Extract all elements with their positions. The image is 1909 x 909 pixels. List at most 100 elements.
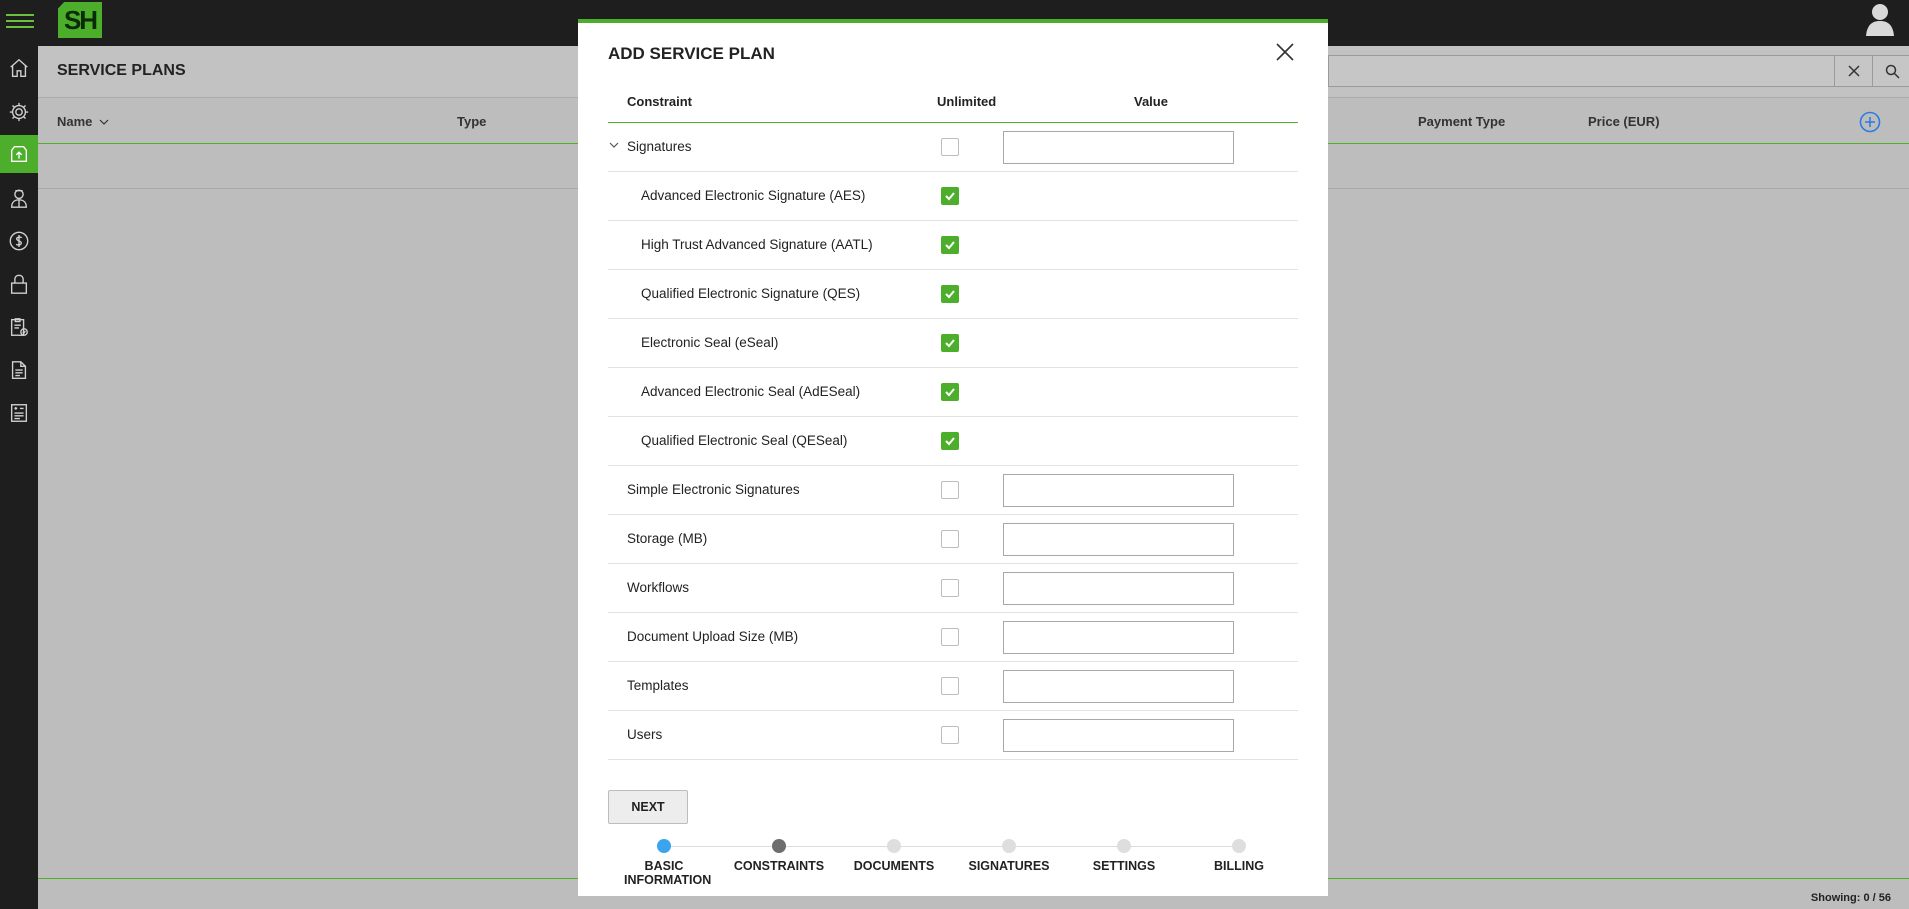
constraint-row: Workflows bbox=[608, 564, 1298, 613]
constraint-value-input[interactable] bbox=[1003, 621, 1234, 654]
column-header-name[interactable]: Name bbox=[57, 114, 109, 129]
add-plan-icon[interactable] bbox=[1859, 111, 1881, 133]
home-icon bbox=[10, 58, 28, 77]
nav-home[interactable] bbox=[0, 49, 38, 87]
unlimited-checkbox[interactable] bbox=[941, 285, 959, 303]
constraint-row: Qualified Electronic Signature (QES) bbox=[608, 270, 1298, 319]
constraint-label: Workflows bbox=[627, 580, 690, 595]
constraint-value-input[interactable] bbox=[1003, 670, 1234, 703]
menu-icon[interactable] bbox=[6, 10, 34, 32]
constraint-row: Signatures bbox=[608, 123, 1298, 172]
constraint-label: Advanced Electronic Seal (AdESeal) bbox=[641, 384, 861, 399]
constraint-value-input[interactable] bbox=[1003, 719, 1234, 752]
search-button[interactable] bbox=[1872, 55, 1909, 87]
next-button[interactable]: NEXT bbox=[608, 790, 688, 824]
app-logo[interactable]: SH bbox=[58, 2, 102, 38]
constraint-row: Storage (MB) bbox=[608, 515, 1298, 564]
constraint-label: Qualified Electronic Signature (QES) bbox=[641, 286, 861, 301]
constraint-row: Simple Electronic Signatures bbox=[608, 466, 1298, 515]
constraint-row: Qualified Electronic Seal (QESeal) bbox=[608, 417, 1298, 466]
constraint-row: Electronic Seal (eSeal) bbox=[608, 319, 1298, 368]
header-value: Value bbox=[1134, 94, 1168, 109]
header-unlimited: Unlimited bbox=[937, 94, 997, 109]
constraint-label: Templates bbox=[627, 678, 689, 693]
unlimited-checkbox[interactable] bbox=[941, 187, 959, 205]
unlimited-checkbox[interactable] bbox=[941, 726, 959, 744]
chevron-down-icon[interactable] bbox=[608, 139, 620, 151]
constraint-label: Storage (MB) bbox=[627, 531, 708, 546]
nav-users[interactable] bbox=[0, 179, 38, 217]
step-settings[interactable]: SETTINGS bbox=[1069, 839, 1179, 873]
documents-icon bbox=[11, 361, 27, 379]
step-label: BILLING bbox=[1214, 859, 1264, 873]
unlimited-checkbox[interactable] bbox=[941, 138, 959, 156]
constraint-label: Electronic Seal (eSeal) bbox=[641, 335, 779, 350]
search-clear-button[interactable] bbox=[1834, 55, 1874, 87]
column-name-label: Name bbox=[57, 114, 93, 129]
close-icon[interactable] bbox=[1274, 41, 1296, 63]
step-label: SETTINGS bbox=[1092, 859, 1156, 873]
service-plans-icon bbox=[10, 145, 28, 163]
add-service-plan-dialog: ADD SERVICE PLAN Constraint Unlimited Va… bbox=[578, 19, 1328, 896]
constraint-row: Templates bbox=[608, 662, 1298, 711]
nav-reports[interactable] bbox=[0, 394, 38, 432]
step-label: CONSTRAINTS bbox=[733, 859, 825, 873]
unlimited-checkbox[interactable] bbox=[941, 236, 959, 254]
constraint-label: Signatures bbox=[627, 139, 692, 154]
unlimited-checkbox[interactable] bbox=[941, 628, 959, 646]
unlimited-checkbox[interactable] bbox=[941, 432, 959, 450]
constraint-label: Qualified Electronic Seal (QESeal) bbox=[641, 433, 848, 448]
unlimited-checkbox[interactable] bbox=[941, 677, 959, 695]
unlimited-checkbox[interactable] bbox=[941, 530, 959, 548]
nav-documents[interactable] bbox=[0, 351, 38, 389]
constraint-row: Document Upload Size (MB) bbox=[608, 613, 1298, 662]
constraint-row: Advanced Electronic Seal (AdESeal) bbox=[608, 368, 1298, 417]
step-signatures[interactable]: SIGNATURES bbox=[954, 839, 1064, 873]
step-indicator bbox=[887, 839, 901, 853]
constraint-value-input[interactable] bbox=[1003, 131, 1234, 164]
audit-icon bbox=[10, 318, 28, 336]
step-documents[interactable]: DOCUMENTS bbox=[839, 839, 949, 873]
constraint-label: Simple Electronic Signatures bbox=[627, 482, 800, 497]
dialog-title: ADD SERVICE PLAN bbox=[608, 44, 775, 63]
step-constraints[interactable]: CONSTRAINTS bbox=[724, 839, 834, 873]
unlimited-checkbox[interactable] bbox=[941, 383, 959, 401]
user-avatar-icon[interactable] bbox=[1865, 2, 1895, 36]
side-navigation bbox=[0, 46, 38, 909]
constraint-value-input[interactable] bbox=[1003, 474, 1234, 507]
constraint-value-input[interactable] bbox=[1003, 572, 1234, 605]
unlimited-checkbox[interactable] bbox=[941, 579, 959, 597]
step-billing[interactable]: BILLING bbox=[1184, 839, 1294, 873]
header-constraint: Constraint bbox=[627, 94, 692, 109]
step-basic-information[interactable]: BASIC INFORMATION bbox=[609, 839, 719, 887]
column-header-type[interactable]: Type bbox=[457, 114, 486, 129]
step-label: BASIC INFORMATION bbox=[624, 859, 712, 887]
showing-count: Showing: 0 / 56 bbox=[1810, 892, 1891, 904]
unlimited-checkbox[interactable] bbox=[941, 334, 959, 352]
users-icon bbox=[10, 189, 28, 208]
column-header-price[interactable]: Price (EUR) bbox=[1588, 114, 1660, 129]
step-indicator bbox=[1002, 839, 1016, 853]
constraint-value-input[interactable] bbox=[1003, 523, 1234, 556]
column-header-payment-type[interactable]: Payment Type bbox=[1418, 114, 1505, 129]
constraint-label: Advanced Electronic Signature (AES) bbox=[641, 188, 866, 203]
constraint-label: Users bbox=[627, 727, 663, 742]
chevron-down-icon bbox=[99, 119, 109, 125]
search-input[interactable] bbox=[1328, 55, 1858, 87]
nav-billing[interactable] bbox=[0, 222, 38, 260]
constraint-label: Document Upload Size (MB) bbox=[627, 629, 799, 644]
gear-icon bbox=[9, 102, 29, 122]
nav-security[interactable] bbox=[0, 265, 38, 303]
step-label: DOCUMENTS bbox=[853, 859, 935, 873]
billing-icon bbox=[9, 231, 29, 251]
constraint-label: High Trust Advanced Signature (AATL) bbox=[641, 237, 873, 252]
unlimited-checkbox[interactable] bbox=[941, 481, 959, 499]
step-indicator bbox=[1232, 839, 1246, 853]
nav-settings[interactable] bbox=[0, 93, 38, 131]
nav-service-plans[interactable] bbox=[0, 135, 38, 173]
constraint-row: Users bbox=[608, 711, 1298, 760]
constraint-row: High Trust Advanced Signature (AATL) bbox=[608, 221, 1298, 270]
close-icon bbox=[1848, 65, 1860, 77]
nav-audit[interactable] bbox=[0, 308, 38, 346]
reports-icon bbox=[10, 404, 28, 422]
